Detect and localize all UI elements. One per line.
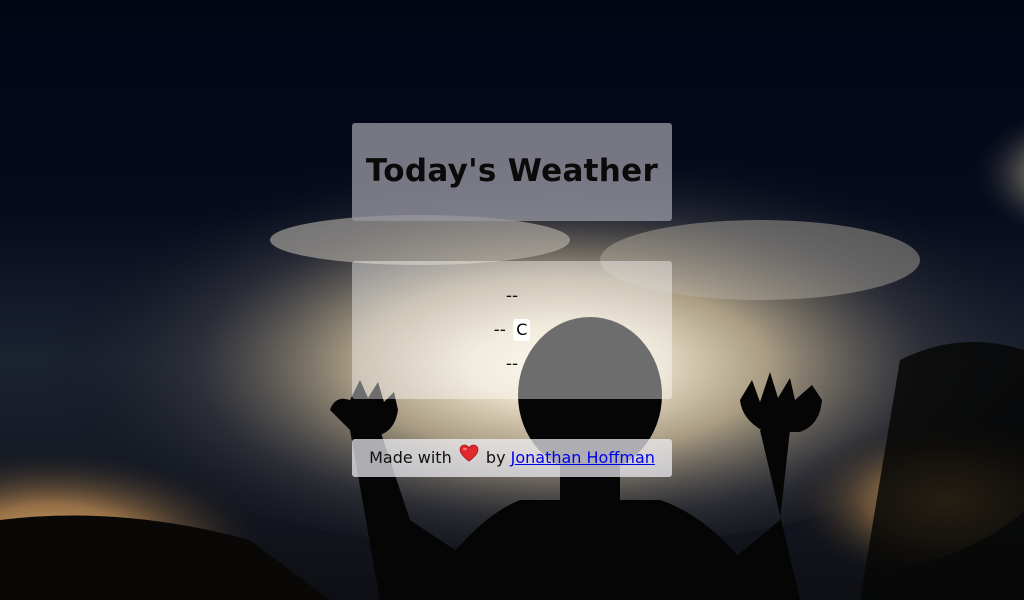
- page-title: Today's Weather: [365, 153, 659, 189]
- made-with-text: Made with: [369, 448, 452, 467]
- location-text: --: [505, 286, 519, 306]
- footer-credit: Made with by Jonathan Hoffman: [352, 439, 672, 477]
- unit-toggle-button[interactable]: C: [513, 319, 531, 341]
- title-card: Today's Weather: [352, 123, 672, 221]
- heart-icon: [459, 438, 479, 476]
- weather-card: -- -- C --: [352, 261, 672, 399]
- temperature-value: --: [493, 320, 506, 340]
- condition-text: --: [505, 354, 519, 374]
- author-link[interactable]: Jonathan Hoffman: [511, 448, 655, 467]
- by-text: by: [485, 448, 506, 467]
- temperature-row: -- C: [352, 318, 672, 352]
